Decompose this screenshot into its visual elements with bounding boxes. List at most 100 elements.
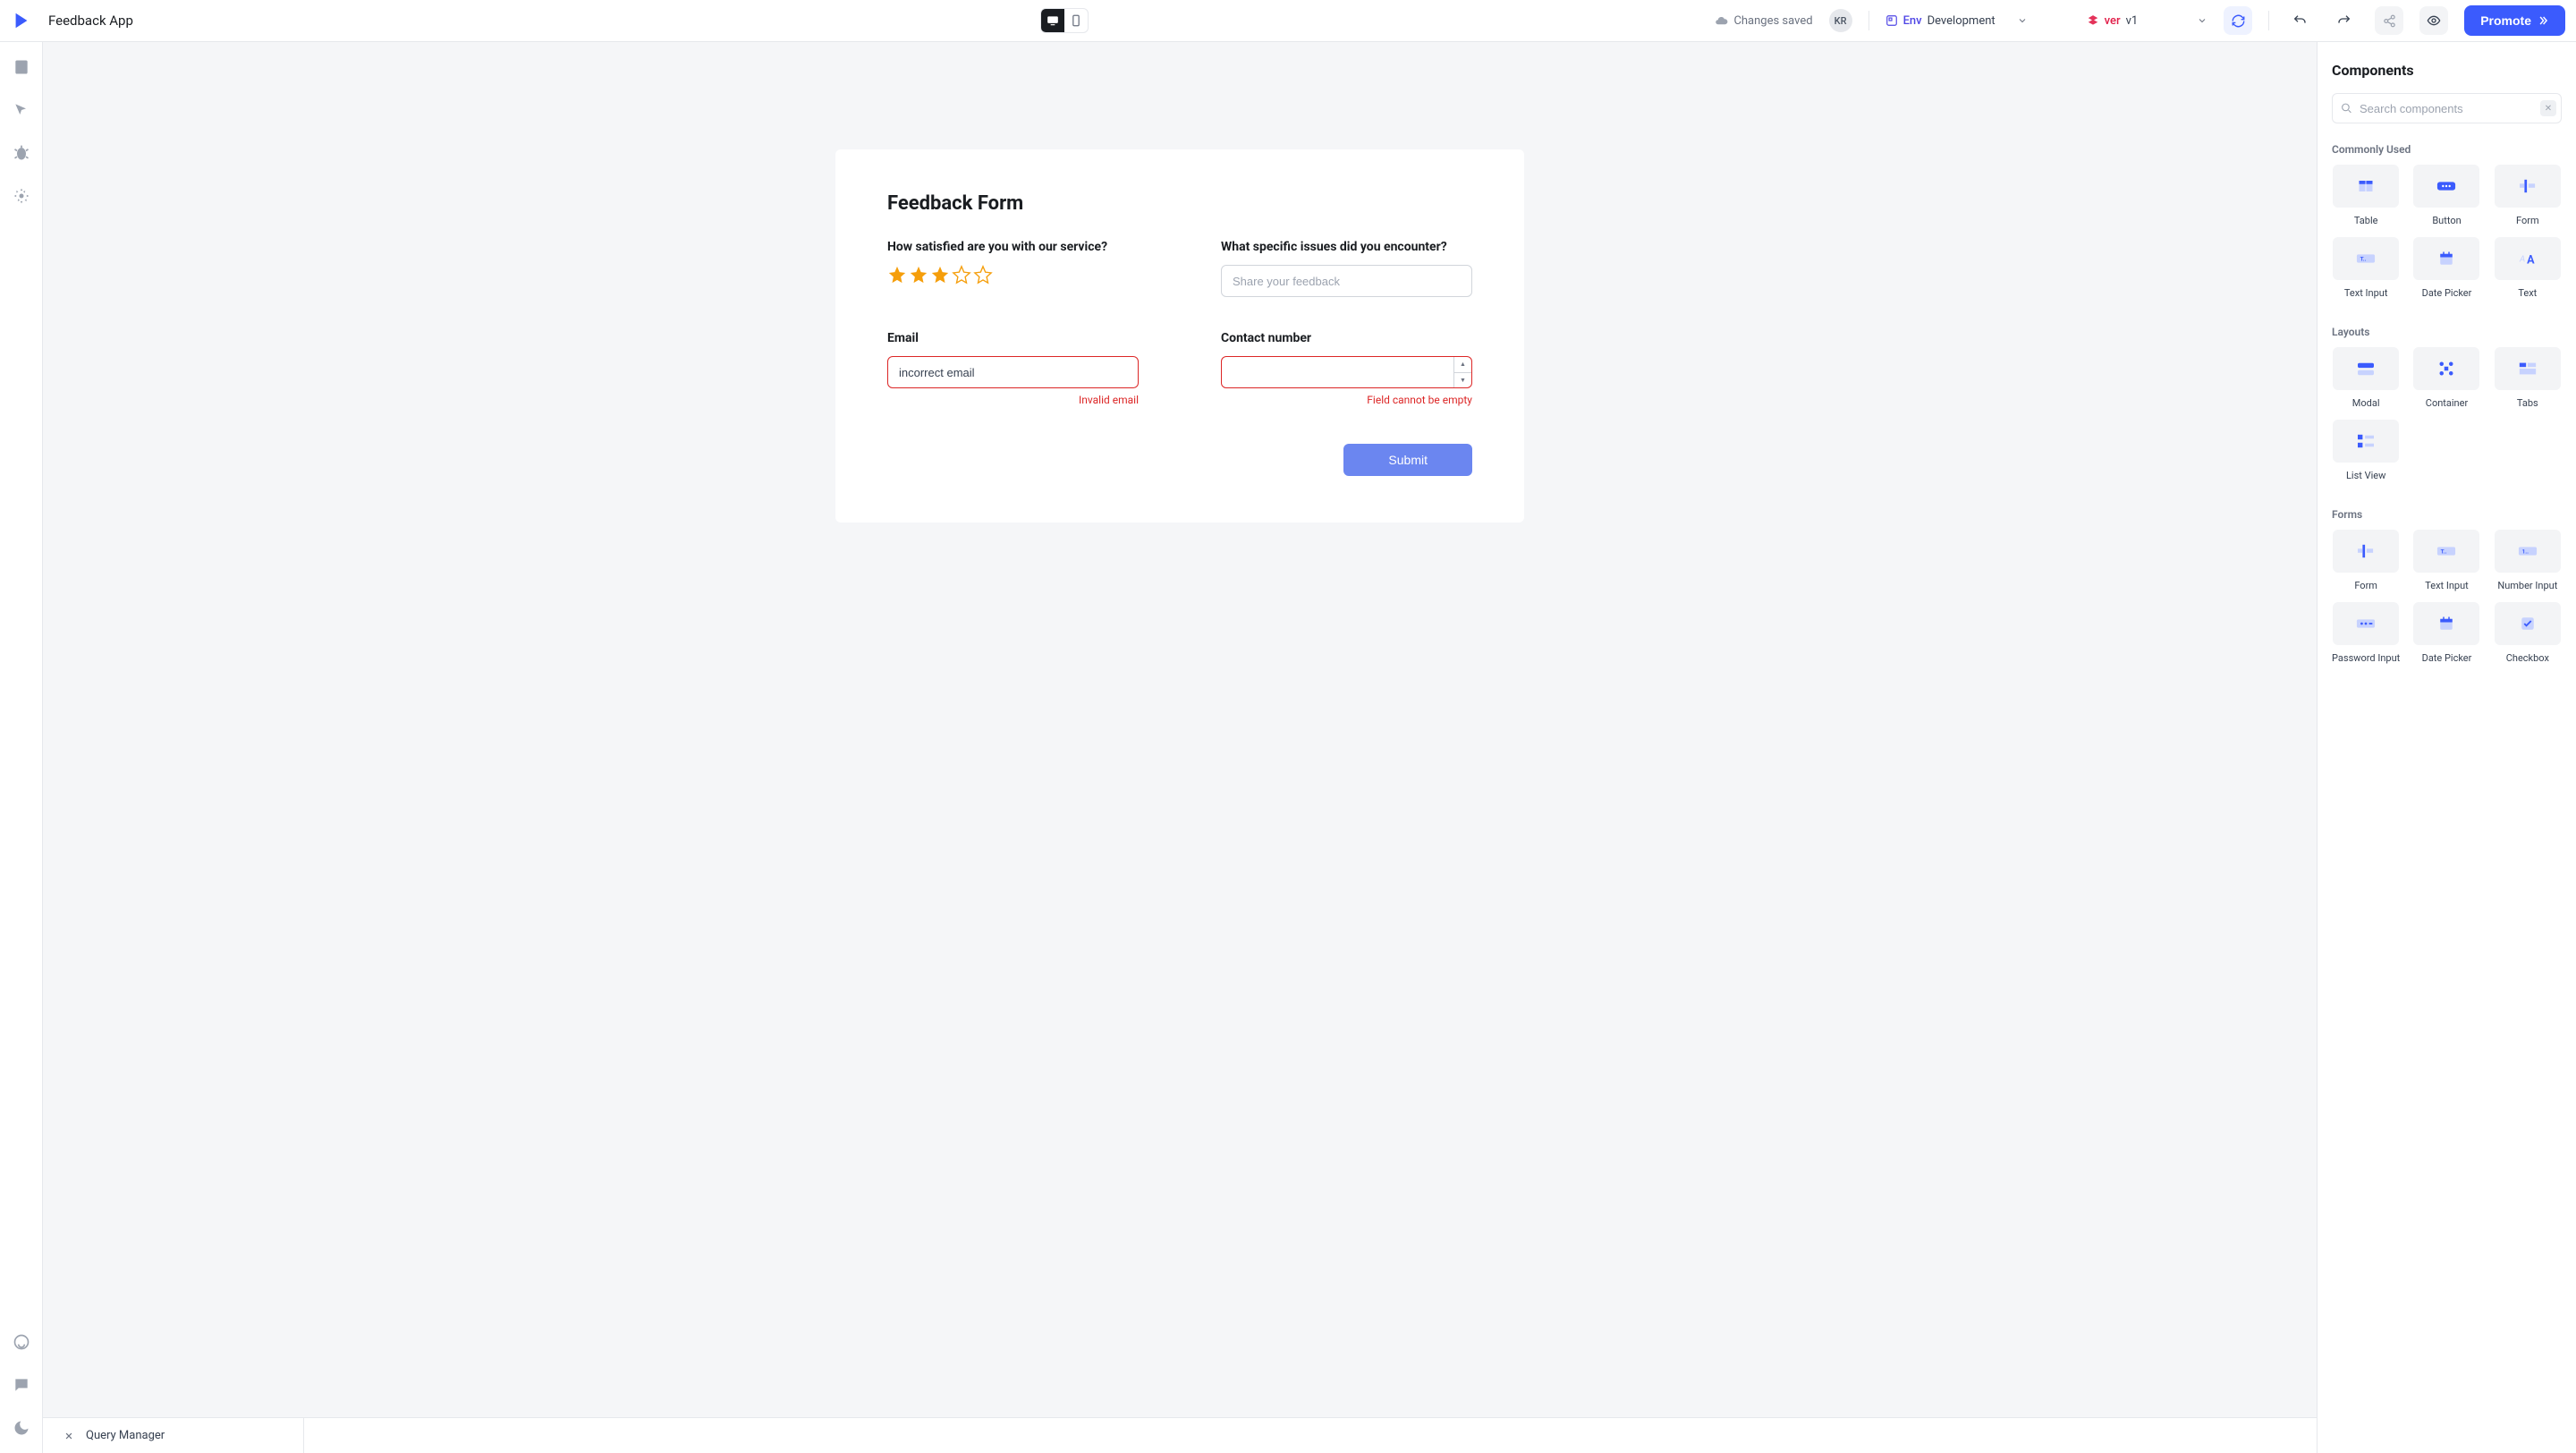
query-manager-toggle[interactable]: Query Manager — [43, 1418, 304, 1453]
component-list-view[interactable]: List View — [2332, 420, 2400, 481]
submit-button[interactable]: Submit — [1343, 444, 1472, 476]
user-avatar[interactable]: KR — [1829, 9, 1852, 32]
contact-input[interactable] — [1221, 356, 1472, 388]
divider — [2268, 11, 2269, 30]
number-stepper: ▲ ▼ — [1453, 357, 1471, 387]
component-text-input[interactable]: T..Text Input — [2332, 237, 2400, 299]
redo-button[interactable] — [2330, 6, 2359, 35]
debug-icon[interactable] — [13, 144, 30, 162]
calendar-icon — [2436, 616, 2456, 632]
issues-label: What specific issues did you encounter? — [1221, 240, 1472, 254]
search-icon — [2341, 103, 2352, 115]
button-icon — [2436, 178, 2456, 194]
chevron-down-icon — [2197, 15, 2207, 26]
expand-icon — [63, 1430, 75, 1442]
satisfaction-label: How satisfied are you with our service? — [887, 240, 1139, 254]
form-title: Feedback Form — [887, 192, 1472, 215]
svg-text:A: A — [2519, 255, 2525, 265]
chat-icon[interactable] — [13, 1376, 30, 1394]
component-checkbox[interactable]: Checkbox — [2494, 602, 2562, 664]
modal-icon — [2356, 361, 2376, 377]
step-down-button[interactable]: ▼ — [1454, 373, 1471, 388]
step-up-button[interactable]: ▲ — [1454, 357, 1471, 373]
section-layouts: Layouts — [2332, 326, 2562, 338]
inspector-icon[interactable] — [13, 101, 30, 119]
component-form-2[interactable]: Form — [2332, 530, 2400, 591]
refresh-button[interactable] — [2224, 6, 2252, 35]
svg-text:1..: 1.. — [2521, 548, 2529, 556]
issues-input[interactable] — [1221, 265, 1472, 297]
calendar-icon — [2436, 251, 2456, 267]
svg-text:T..: T.. — [2441, 548, 2447, 556]
component-container[interactable]: Container — [2412, 347, 2480, 409]
password-icon — [2356, 616, 2376, 632]
component-table[interactable]: Table — [2332, 165, 2400, 226]
star-rating[interactable] — [887, 265, 1139, 285]
text-input-icon: T.. — [2356, 251, 2376, 267]
component-text[interactable]: AAText — [2494, 237, 2562, 299]
section-forms: Forms — [2332, 508, 2562, 521]
star-icon[interactable] — [973, 265, 993, 285]
issues-field: What specific issues did you encounter? — [1221, 240, 1472, 297]
form-icon — [2356, 543, 2376, 559]
component-button[interactable]: Button — [2412, 165, 2480, 226]
app-logo-icon — [11, 10, 32, 31]
left-rail — [0, 42, 43, 1453]
theme-icon[interactable] — [13, 1419, 30, 1437]
desktop-view-button[interactable] — [1041, 9, 1064, 32]
email-error: Invalid email — [887, 394, 1139, 406]
email-field: Email Invalid email — [887, 331, 1139, 406]
support-icon[interactable] — [13, 1333, 30, 1351]
version-icon — [2087, 14, 2099, 27]
contact-field: Contact number ▲ ▼ Field cannot be empty — [1221, 331, 1472, 406]
component-password-input[interactable]: Password Input — [2332, 602, 2400, 664]
checkbox-icon — [2518, 616, 2538, 632]
divider — [1868, 11, 1869, 30]
list-icon — [2356, 433, 2376, 449]
settings-icon[interactable] — [13, 187, 30, 205]
email-label: Email — [887, 331, 1139, 345]
pages-icon[interactable] — [13, 58, 30, 76]
undo-button[interactable] — [2285, 6, 2314, 35]
canvas[interactable]: Feedback Form How satisfied are you with… — [43, 42, 2317, 1417]
star-icon[interactable] — [930, 265, 950, 285]
satisfaction-field: How satisfied are you with our service? — [887, 240, 1139, 297]
save-status: Changes saved — [1715, 14, 1812, 28]
mobile-view-button[interactable] — [1064, 9, 1088, 32]
component-tabs[interactable]: Tabs — [2494, 347, 2562, 409]
app-name: Feedback App — [48, 13, 133, 29]
components-title: Components — [2332, 62, 2562, 79]
star-icon[interactable] — [909, 265, 928, 285]
text-icon: AA — [2518, 251, 2538, 267]
clear-search-button[interactable]: ✕ — [2540, 100, 2556, 116]
container-icon — [2436, 361, 2456, 377]
component-modal[interactable]: Modal — [2332, 347, 2400, 409]
svg-text:A: A — [2527, 253, 2535, 267]
preview-button[interactable] — [2419, 6, 2448, 35]
component-date-picker[interactable]: Date Picker — [2412, 237, 2480, 299]
email-input[interactable] — [887, 356, 1139, 388]
section-commonly-used: Commonly Used — [2332, 143, 2562, 156]
components-panel: Components ✕ Commonly Used Table Button … — [2317, 42, 2576, 1453]
component-text-input-2[interactable]: T..Text Input — [2412, 530, 2480, 591]
promote-button[interactable]: Promote — [2464, 5, 2565, 36]
env-selector[interactable]: Env Development — [1885, 14, 2028, 28]
component-search-input[interactable] — [2332, 93, 2562, 123]
form-icon — [2518, 178, 2538, 194]
svg-text:T..: T.. — [2360, 256, 2367, 263]
feedback-form-card: Feedback Form How satisfied are you with… — [835, 149, 1524, 523]
component-number-input[interactable]: 1..Number Input — [2494, 530, 2562, 591]
bottom-bar: Query Manager — [43, 1417, 2317, 1453]
text-input-icon: T.. — [2436, 543, 2456, 559]
chevron-down-icon — [2017, 15, 2028, 26]
star-icon[interactable] — [887, 265, 907, 285]
star-icon[interactable] — [952, 265, 971, 285]
env-icon — [1885, 14, 1898, 27]
share-button[interactable] — [2375, 6, 2403, 35]
component-date-picker-2[interactable]: Date Picker — [2412, 602, 2480, 664]
contact-label: Contact number — [1221, 331, 1472, 345]
component-form[interactable]: Form — [2494, 165, 2562, 226]
tabs-icon — [2518, 361, 2538, 377]
version-selector[interactable]: ver v1 — [2087, 14, 2208, 28]
contact-error: Field cannot be empty — [1221, 394, 1472, 406]
